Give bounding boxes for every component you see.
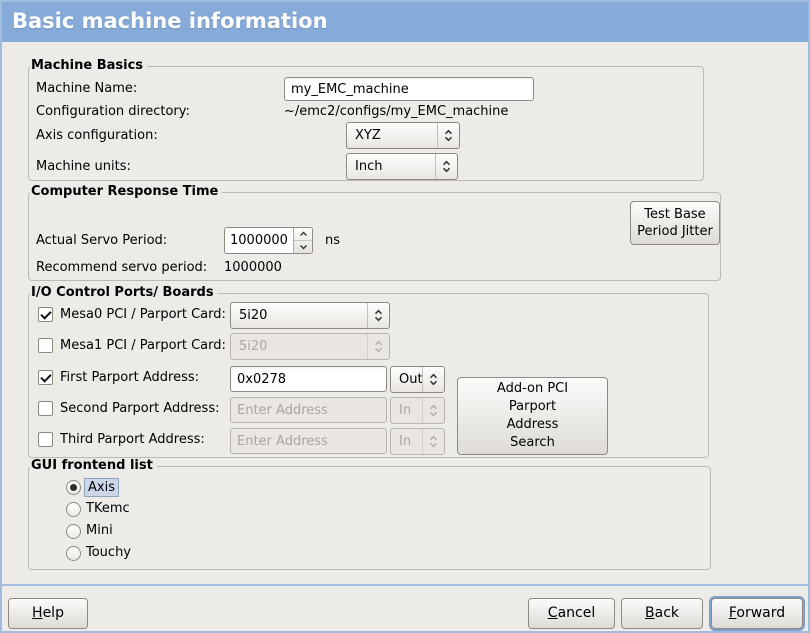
gui-radio-touchy[interactable]: [66, 546, 81, 561]
back-button-label: Back: [645, 605, 679, 622]
updown-chevron-icon: [435, 154, 457, 179]
updown-chevron-icon: [367, 334, 389, 359]
second-parport-direction-select[interactable]: In: [390, 397, 445, 424]
first-parport-label[interactable]: First Parport Address:: [60, 370, 199, 386]
updown-chevron-icon: [367, 303, 389, 328]
spin-up-button[interactable]: [294, 228, 312, 241]
mesa0-card-select[interactable]: 5i20: [230, 302, 390, 329]
addon-pci-search-button[interactable]: Add-on PCI Parport Address Search: [457, 377, 608, 455]
response-time-legend: Computer Response Time: [30, 184, 222, 200]
forward-button-label: Forward: [729, 605, 785, 622]
help-button[interactable]: Help: [8, 598, 88, 629]
mesa0-label[interactable]: Mesa0 PCI / Parport Card:: [60, 307, 226, 323]
second-parport-checkbox[interactable]: [38, 401, 53, 416]
mesa1-card-value: 5i20: [231, 334, 367, 359]
recommend-servo-label: Recommend servo period:: [36, 260, 207, 276]
axis-configuration-select[interactable]: XYZ: [346, 122, 460, 149]
machine-units-select[interactable]: Inch: [346, 153, 458, 180]
button-line: Period Jitter: [637, 223, 713, 240]
gui-radio-mini-label[interactable]: Mini: [86, 523, 113, 539]
axis-configuration-label: Axis configuration:: [36, 128, 158, 144]
gui-radio-tkemc[interactable]: [66, 502, 81, 517]
spinner-buttons: [293, 228, 312, 253]
third-parport-address-input[interactable]: [230, 428, 387, 454]
cancel-button[interactable]: Cancel: [528, 598, 615, 629]
third-parport-checkbox[interactable]: [38, 432, 53, 447]
gui-frontend-legend: GUI frontend list: [30, 458, 157, 474]
machine-name-input[interactable]: [284, 77, 534, 101]
third-parport-direction-select[interactable]: In: [390, 428, 445, 455]
updown-chevron-icon: [422, 429, 444, 454]
second-parport-direction-value: In: [391, 398, 422, 423]
config-directory-label: Configuration directory:: [36, 104, 190, 120]
gui-radio-tkemc-label[interactable]: TKemc: [86, 501, 130, 517]
mesa1-checkbox[interactable]: [38, 338, 53, 353]
mesa0-checkbox[interactable]: [38, 307, 53, 322]
mesa0-card-value: 5i20: [231, 303, 367, 328]
recommend-servo-value: 1000000: [224, 260, 282, 276]
button-line: Search: [510, 434, 555, 452]
third-parport-label[interactable]: Third Parport Address:: [60, 432, 205, 448]
button-line: Test Base: [644, 206, 705, 223]
updown-chevron-icon: [422, 367, 444, 392]
gui-radio-axis[interactable]: [66, 480, 81, 495]
config-directory-value: ~/emc2/configs/my_EMC_machine: [284, 104, 508, 120]
gui-radio-mini[interactable]: [66, 524, 81, 539]
gui-radio-touchy-label[interactable]: Touchy: [86, 545, 131, 561]
gui-radio-axis-label[interactable]: Axis: [84, 478, 119, 497]
second-parport-label[interactable]: Second Parport Address:: [60, 401, 219, 417]
test-base-period-jitter-button[interactable]: Test Base Period Jitter: [630, 201, 720, 245]
servo-period-input[interactable]: [225, 228, 293, 253]
cancel-button-label: Cancel: [548, 605, 595, 622]
second-parport-address-input[interactable]: [230, 397, 387, 423]
machine-basics-legend: Machine Basics: [30, 58, 147, 74]
content-separator: [0, 584, 810, 586]
button-line: Parport: [509, 398, 556, 416]
button-line: Add-on PCI: [497, 380, 568, 398]
help-button-label: Help: [32, 605, 64, 622]
third-parport-direction-value: In: [391, 429, 422, 454]
updown-chevron-icon: [437, 123, 459, 148]
updown-chevron-icon: [422, 398, 444, 423]
axis-configuration-value: XYZ: [347, 123, 437, 148]
mesa1-card-select[interactable]: 5i20: [230, 333, 390, 360]
page-title: Basic machine information: [12, 9, 328, 33]
io-ports-legend: I/O Control Ports/ Boards: [30, 285, 218, 301]
servo-period-spinbox[interactable]: [224, 227, 313, 254]
first-parport-direction-select[interactable]: Out: [390, 366, 445, 393]
button-line: Address: [507, 416, 559, 434]
first-parport-address-input[interactable]: [230, 366, 387, 392]
servo-period-unit: ns: [325, 233, 340, 249]
first-parport-checkbox[interactable]: [38, 370, 53, 385]
servo-period-label: Actual Servo Period:: [36, 233, 167, 249]
title-bar: Basic machine information: [0, 0, 810, 42]
mesa1-label[interactable]: Mesa1 PCI / Parport Card:: [60, 338, 226, 354]
back-button[interactable]: Back: [621, 598, 703, 629]
first-parport-direction-value: Out: [391, 367, 422, 392]
machine-units-label: Machine units:: [36, 159, 131, 175]
forward-button[interactable]: Forward: [711, 598, 803, 629]
machine-name-label: Machine Name:: [36, 81, 137, 97]
machine-units-value: Inch: [347, 154, 435, 179]
spin-down-button[interactable]: [294, 241, 312, 253]
